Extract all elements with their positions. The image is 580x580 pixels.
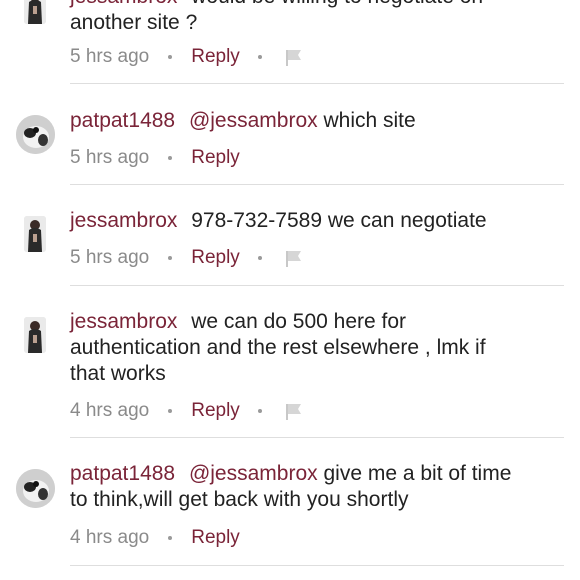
flag-icon[interactable]	[284, 47, 304, 67]
comment-body-line: which site	[323, 109, 416, 132]
avatar[interactable]	[24, 216, 46, 252]
comment-mention[interactable]: @jessambrox	[189, 109, 318, 132]
separator-dot	[168, 156, 173, 160]
separator-dot	[168, 409, 173, 413]
comment-meta: 5 hrs ago Reply	[70, 246, 304, 270]
comment-thread: jessambrox would be willing to negotiate…	[0, 0, 580, 580]
comment-item: patpat1488 @jessambrox give me a bit of …	[0, 438, 580, 566]
comment-text: jessambrox we can do 500 here for authen…	[70, 309, 560, 387]
comment-body-line: 978-732-7589 we can negotiate	[191, 209, 487, 232]
comment-meta: 5 hrs ago Reply	[70, 45, 304, 69]
separator-dot	[168, 536, 173, 540]
comment-text: jessambrox would be willing to negotiate…	[70, 0, 560, 36]
comment-timestamp: 4 hrs ago	[70, 527, 150, 548]
comment-text: patpat1488 @jessambrox which site	[70, 108, 560, 134]
comment-text: jessambrox 978-732-7589 we can negotiate	[70, 208, 560, 234]
separator-dot	[168, 256, 173, 260]
avatar[interactable]	[24, 0, 46, 24]
comment-item: jessambrox 978-732-7589 we can negotiate…	[0, 185, 580, 286]
comment-body-line: give me a bit of time	[323, 462, 512, 485]
comment-timestamp: 4 hrs ago	[70, 400, 150, 421]
avatar[interactable]	[16, 115, 55, 154]
comment-username[interactable]: patpat1488	[70, 462, 175, 485]
comment-item: patpat1488 @jessambrox which site 5 hrs …	[0, 84, 580, 185]
separator-dot	[257, 55, 262, 59]
comment-body-line: to think,will get back with you shortly	[70, 488, 409, 511]
comment-username[interactable]: jessambrox	[70, 209, 177, 232]
comment-body-line: authentication and the rest elsewhere , …	[70, 336, 486, 359]
comment-username[interactable]: jessambrox	[70, 310, 177, 333]
comment-body-line: would be willing to negotiate on	[191, 0, 483, 8]
comment-body-line: we can do 500 here for	[191, 310, 407, 333]
comment-text: patpat1488 @jessambrox give me a bit of …	[70, 461, 560, 513]
comment-timestamp: 5 hrs ago	[70, 247, 150, 268]
comment-timestamp: 5 hrs ago	[70, 46, 150, 67]
comment-body-line: another site ?	[70, 11, 198, 34]
flag-icon[interactable]	[284, 248, 304, 268]
comment-username[interactable]: patpat1488	[70, 109, 175, 132]
reply-button[interactable]: Reply	[191, 247, 240, 269]
avatar[interactable]	[16, 469, 55, 508]
comment-meta: 5 hrs ago Reply	[70, 146, 240, 170]
comment-mention[interactable]: @jessambrox	[189, 462, 318, 485]
comment-item: jessambrox we can do 500 here for authen…	[0, 286, 580, 438]
comment-meta: 4 hrs ago Reply	[70, 399, 304, 423]
comment-body-line: that works	[70, 362, 166, 385]
comment-item: jessambrox would be willing to negotiate…	[0, 0, 580, 84]
comment-username[interactable]: jessambrox	[70, 0, 177, 8]
reply-button[interactable]: Reply	[191, 46, 240, 68]
comment-meta: 4 hrs ago Reply	[70, 526, 240, 550]
flag-icon[interactable]	[284, 401, 304, 421]
comment-timestamp: 5 hrs ago	[70, 147, 150, 168]
reply-button[interactable]: Reply	[191, 147, 240, 169]
separator-dot	[257, 409, 262, 413]
divider	[70, 565, 564, 566]
avatar[interactable]	[24, 317, 46, 353]
reply-button[interactable]: Reply	[191, 400, 240, 422]
separator-dot	[168, 55, 173, 59]
reply-button[interactable]: Reply	[191, 527, 240, 549]
separator-dot	[257, 256, 262, 260]
